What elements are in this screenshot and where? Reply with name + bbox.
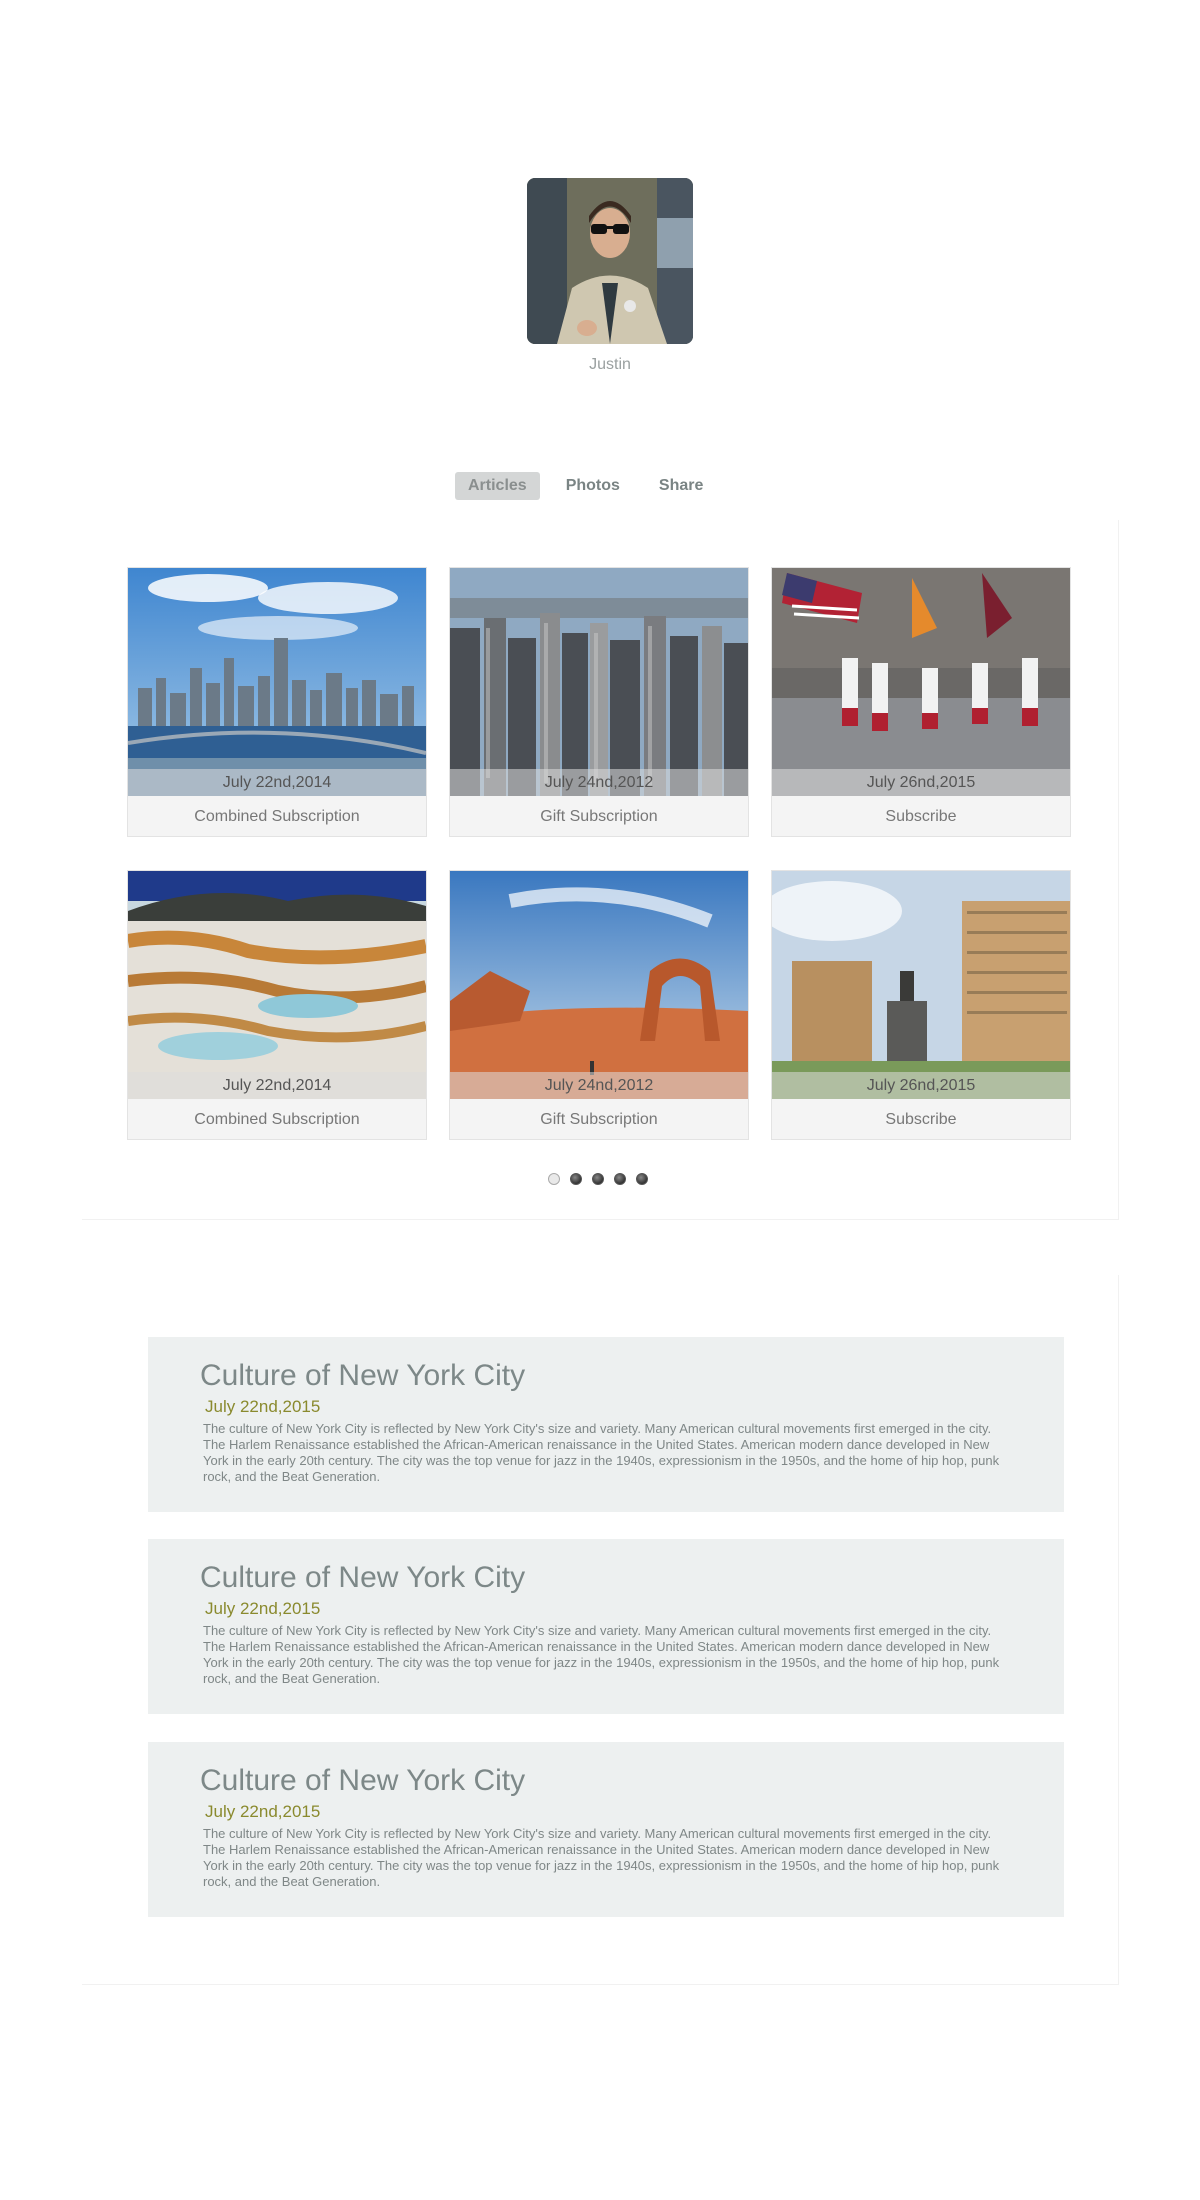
gallery-image-terraces: [128, 871, 426, 1099]
card-date: July 22nd,2014: [128, 1072, 426, 1099]
pagination-dot[interactable]: [614, 1173, 626, 1185]
card-caption[interactable]: Combined Subscription: [128, 796, 426, 836]
card-date: July 26nd,2015: [772, 769, 1070, 796]
article-title[interactable]: Culture of New York City: [200, 1561, 1012, 1595]
card-caption[interactable]: Combined Subscription: [128, 1099, 426, 1139]
card-date: July 26nd,2015: [772, 1072, 1070, 1099]
card-date: July 24nd,2012: [450, 769, 748, 796]
article-body: The culture of New York City is reflecte…: [203, 1623, 1000, 1686]
card-caption[interactable]: Gift Subscription: [450, 796, 748, 836]
profile-section: Justin: [527, 178, 693, 374]
gallery-card[interactable]: July 26nd,2015 Subscribe: [771, 870, 1071, 1140]
gallery-pagination: [548, 1173, 648, 1185]
gallery-card[interactable]: July 24nd,2012 Gift Subscription: [449, 567, 749, 837]
gallery-card[interactable]: July 24nd,2012 Gift Subscription: [449, 870, 749, 1140]
card-date: July 22nd,2014: [128, 769, 426, 796]
gallery-image-skyline: [128, 568, 426, 796]
gallery-card[interactable]: July 22nd,2014 Combined Subscription: [127, 870, 427, 1140]
gallery-image-arch: [450, 871, 748, 1099]
article-title[interactable]: Culture of New York City: [200, 1764, 1012, 1798]
article-date: July 22nd,2015: [205, 1397, 321, 1416]
article-date: July 22nd,2015: [205, 1802, 321, 1821]
pagination-dot[interactable]: [592, 1173, 604, 1185]
gallery-card[interactable]: July 22nd,2014 Combined Subscription: [127, 567, 427, 837]
tab-photos[interactable]: Photos: [553, 472, 633, 500]
avatar[interactable]: [527, 178, 693, 344]
card-caption[interactable]: Gift Subscription: [450, 1099, 748, 1139]
article-title[interactable]: Culture of New York City: [200, 1359, 1012, 1393]
card-caption[interactable]: Subscribe: [772, 796, 1070, 836]
article-card[interactable]: Culture of New York City July 22nd,2015 …: [148, 1742, 1064, 1917]
avatar-photo: [527, 178, 693, 344]
article-date: July 22nd,2015: [205, 1599, 321, 1618]
profile-name: Justin: [589, 356, 631, 373]
gallery-image-square: [772, 871, 1070, 1099]
article-card[interactable]: Culture of New York City July 22nd,2015 …: [148, 1337, 1064, 1512]
tab-share[interactable]: Share: [646, 472, 716, 500]
tab-articles[interactable]: Articles: [455, 472, 540, 500]
card-caption[interactable]: Subscribe: [772, 1099, 1070, 1139]
article-body: The culture of New York City is reflecte…: [203, 1421, 1000, 1484]
card-date: July 24nd,2012: [450, 1072, 748, 1099]
tab-bar: Articles Photos Share: [455, 472, 729, 500]
pagination-dot[interactable]: [570, 1173, 582, 1185]
pagination-dot[interactable]: [636, 1173, 648, 1185]
gallery-image-parade: [772, 568, 1070, 796]
article-body: The culture of New York City is reflecte…: [203, 1826, 1000, 1889]
gallery-image-manhattan: [450, 568, 748, 796]
gallery-card[interactable]: July 26nd,2015 Subscribe: [771, 567, 1071, 837]
pagination-dot[interactable]: [548, 1173, 560, 1185]
article-card[interactable]: Culture of New York City July 22nd,2015 …: [148, 1539, 1064, 1714]
